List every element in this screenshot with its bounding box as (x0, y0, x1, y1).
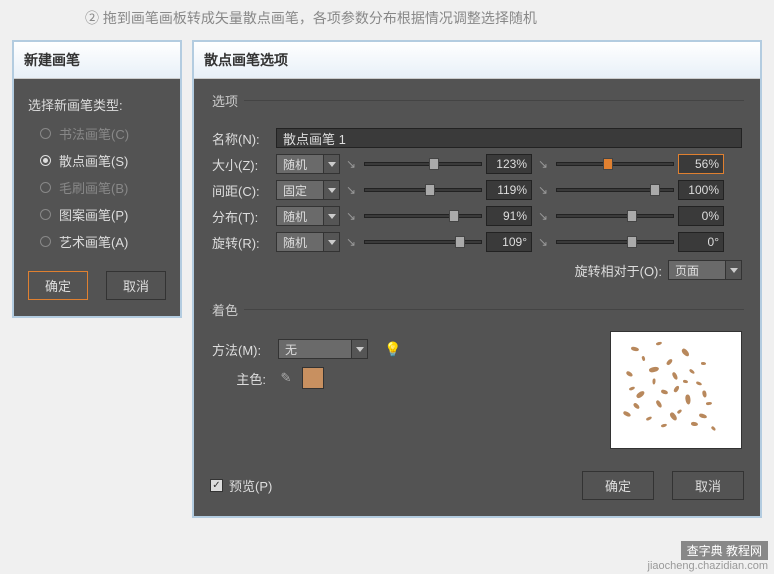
radio-pattern[interactable]: 图案画笔(P) (40, 205, 166, 224)
chevron-down-icon (323, 155, 339, 173)
chevron-down-icon (323, 233, 339, 251)
slider-track-2[interactable] (556, 162, 674, 166)
keycolor-label: 主色: (212, 369, 270, 388)
colorize-legend: 着色 (212, 300, 244, 319)
slider-track-2[interactable] (556, 188, 674, 192)
chevron-down-icon (351, 340, 367, 358)
slider-track-1[interactable] (364, 162, 482, 166)
mode-dropdown[interactable]: 固定 (276, 180, 340, 200)
scatter-options-title: 散点画笔选项 (194, 42, 760, 79)
select-type-label: 选择新画笔类型: (28, 95, 166, 114)
value-1[interactable] (486, 232, 532, 252)
link-arrow-icon: ↘ (346, 183, 360, 197)
value-2[interactable] (678, 232, 724, 252)
checkbox-icon: ✓ (210, 479, 223, 492)
value-1[interactable] (486, 154, 532, 174)
link-arrow-icon: ↘ (538, 157, 552, 171)
cancel-button[interactable]: 取消 (672, 471, 744, 500)
method-label: 方法(M): (212, 340, 270, 359)
value-1[interactable] (486, 180, 532, 200)
method-dropdown[interactable]: 无 (278, 339, 368, 359)
radio-scatter[interactable]: 散点画笔(S) (40, 151, 166, 170)
row-label: 间距(C): (212, 181, 270, 200)
link-arrow-icon: ↘ (538, 235, 552, 249)
mode-dropdown[interactable]: 随机 (276, 232, 340, 252)
ok-button[interactable]: 确定 (582, 471, 654, 500)
rotation-relative-dropdown[interactable]: 页面 (668, 260, 742, 280)
name-input[interactable] (276, 128, 742, 148)
mode-dropdown[interactable]: 随机 (276, 206, 340, 226)
radio-bristle[interactable]: 毛刷画笔(B) (40, 178, 166, 197)
mode-dropdown[interactable]: 随机 (276, 154, 340, 174)
scatter-brush-options-dialog: 散点画笔选项 选项 名称(N): 大小(Z): 随机 ↘ ↘ 间距(C): 固定… (192, 40, 762, 518)
new-brush-dialog: 新建画笔 选择新画笔类型: 书法画笔(C) 散点画笔(S) 毛刷画笔(B) 图案… (12, 40, 182, 318)
radio-art[interactable]: 艺术画笔(A) (40, 232, 166, 251)
value-2[interactable] (678, 206, 724, 226)
options-legend: 选项 (212, 91, 244, 110)
colorize-fieldset: 着色 方法(M): 无 💡 主色: ✎ (210, 300, 744, 457)
slider-track-2[interactable] (556, 214, 674, 218)
radio-calligraphy[interactable]: 书法画笔(C) (40, 124, 166, 143)
link-arrow-icon: ↘ (346, 209, 360, 223)
chevron-down-icon (725, 261, 741, 279)
value-1[interactable] (486, 206, 532, 226)
eyedropper-icon[interactable]: ✎ (278, 370, 294, 386)
preview-checkbox[interactable]: ✓ 预览(P) (210, 476, 272, 495)
chevron-down-icon (323, 181, 339, 199)
instruction-caption: ② 拖到画笔画板转成矢量散点画笔，各项参数分布根据情况调整选择随机 (0, 0, 774, 28)
row-label: 分布(T): (212, 207, 270, 226)
link-arrow-icon: ↘ (346, 235, 360, 249)
name-label: 名称(N): (212, 129, 270, 148)
value-2[interactable] (678, 180, 724, 200)
row-label: 大小(Z): (212, 155, 270, 174)
slider-track-1[interactable] (364, 240, 482, 244)
slider-track-1[interactable] (364, 188, 482, 192)
tip-icon[interactable]: 💡 (384, 341, 401, 358)
slider-track-2[interactable] (556, 240, 674, 244)
slider-track-1[interactable] (364, 214, 482, 218)
link-arrow-icon: ↘ (538, 209, 552, 223)
options-fieldset: 选项 名称(N): 大小(Z): 随机 ↘ ↘ 间距(C): 固定 ↘ ↘ (210, 91, 744, 292)
keycolor-swatch[interactable] (302, 367, 324, 389)
new-brush-title: 新建画笔 (14, 42, 180, 79)
value-2[interactable] (678, 154, 724, 174)
ok-button[interactable]: 确定 (28, 271, 88, 300)
brush-preview (610, 331, 742, 449)
watermark: 查字典 教程网 jiaocheng.chazidian.com (648, 541, 768, 572)
link-arrow-icon: ↘ (538, 183, 552, 197)
link-arrow-icon: ↘ (346, 157, 360, 171)
chevron-down-icon (323, 207, 339, 225)
rotation-relative-label: 旋转相对于(O): (575, 261, 662, 280)
cancel-button[interactable]: 取消 (106, 271, 166, 300)
row-label: 旋转(R): (212, 233, 270, 252)
